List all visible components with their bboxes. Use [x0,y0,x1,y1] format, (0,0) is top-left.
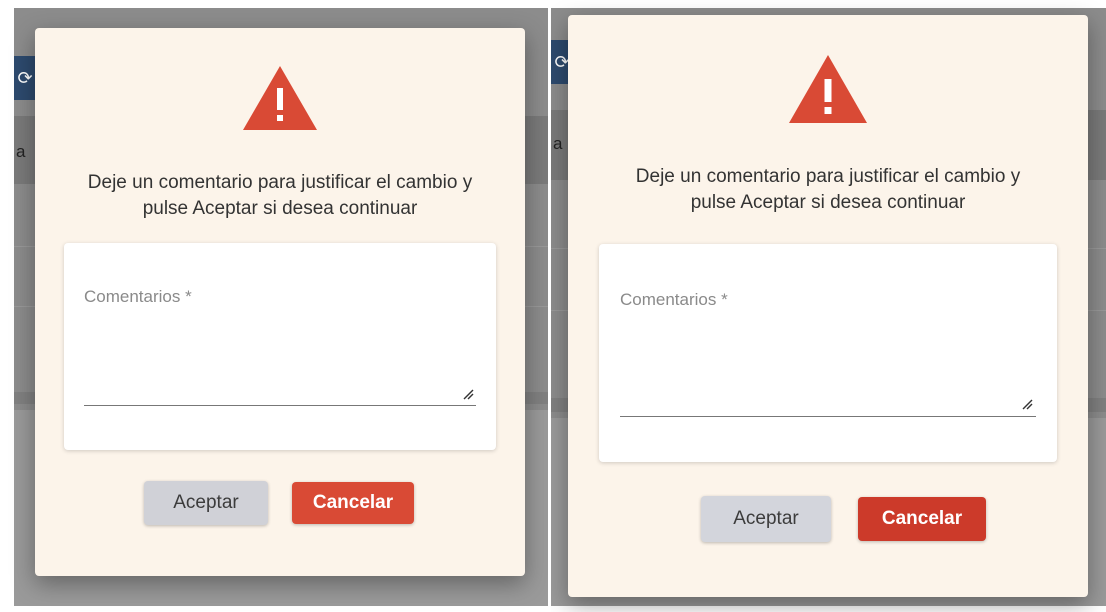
comments-textarea[interactable] [84,313,480,405]
resize-handle-icon[interactable] [1021,398,1033,410]
screenshot-panel-left: ⟳ a Deje un comentario para justificar e… [0,0,548,612]
comments-field-card: Comentarios * [64,243,496,450]
accept-button[interactable]: Aceptar [701,496,831,542]
confirm-dialog: Deje un comentario para justificar el ca… [568,15,1088,597]
comments-underline [84,405,476,406]
warning-icon [243,66,317,130]
confirm-dialog: Deje un comentario para justificar el ca… [35,28,525,576]
comments-label: Comentarios * [620,290,728,309]
comments-label: Comentarios * [84,287,192,306]
warning-icon [789,55,867,123]
column-header-label: a [553,134,563,153]
dialog-message: Deje un comentario para justificar el ca… [635,166,1021,213]
comments-underline [620,416,1036,417]
refresh-icon: ⟳ [17,67,33,88]
screenshot-panel-right: ⟳ a Deje un comentario para justificar e… [551,0,1106,612]
accept-button[interactable]: Aceptar [144,481,268,525]
resize-handle-icon[interactable] [462,388,474,400]
dialog-message: Deje un comentario para justificar el ca… [87,172,473,219]
cancel-button[interactable]: Cancelar [858,497,986,541]
comments-textarea[interactable] [620,317,1040,417]
cancel-button[interactable]: Cancelar [292,482,414,524]
refresh-button[interactable]: ⟳ [14,56,36,100]
column-header-label: a [16,142,26,161]
comments-field-card: Comentarios * [599,244,1057,462]
